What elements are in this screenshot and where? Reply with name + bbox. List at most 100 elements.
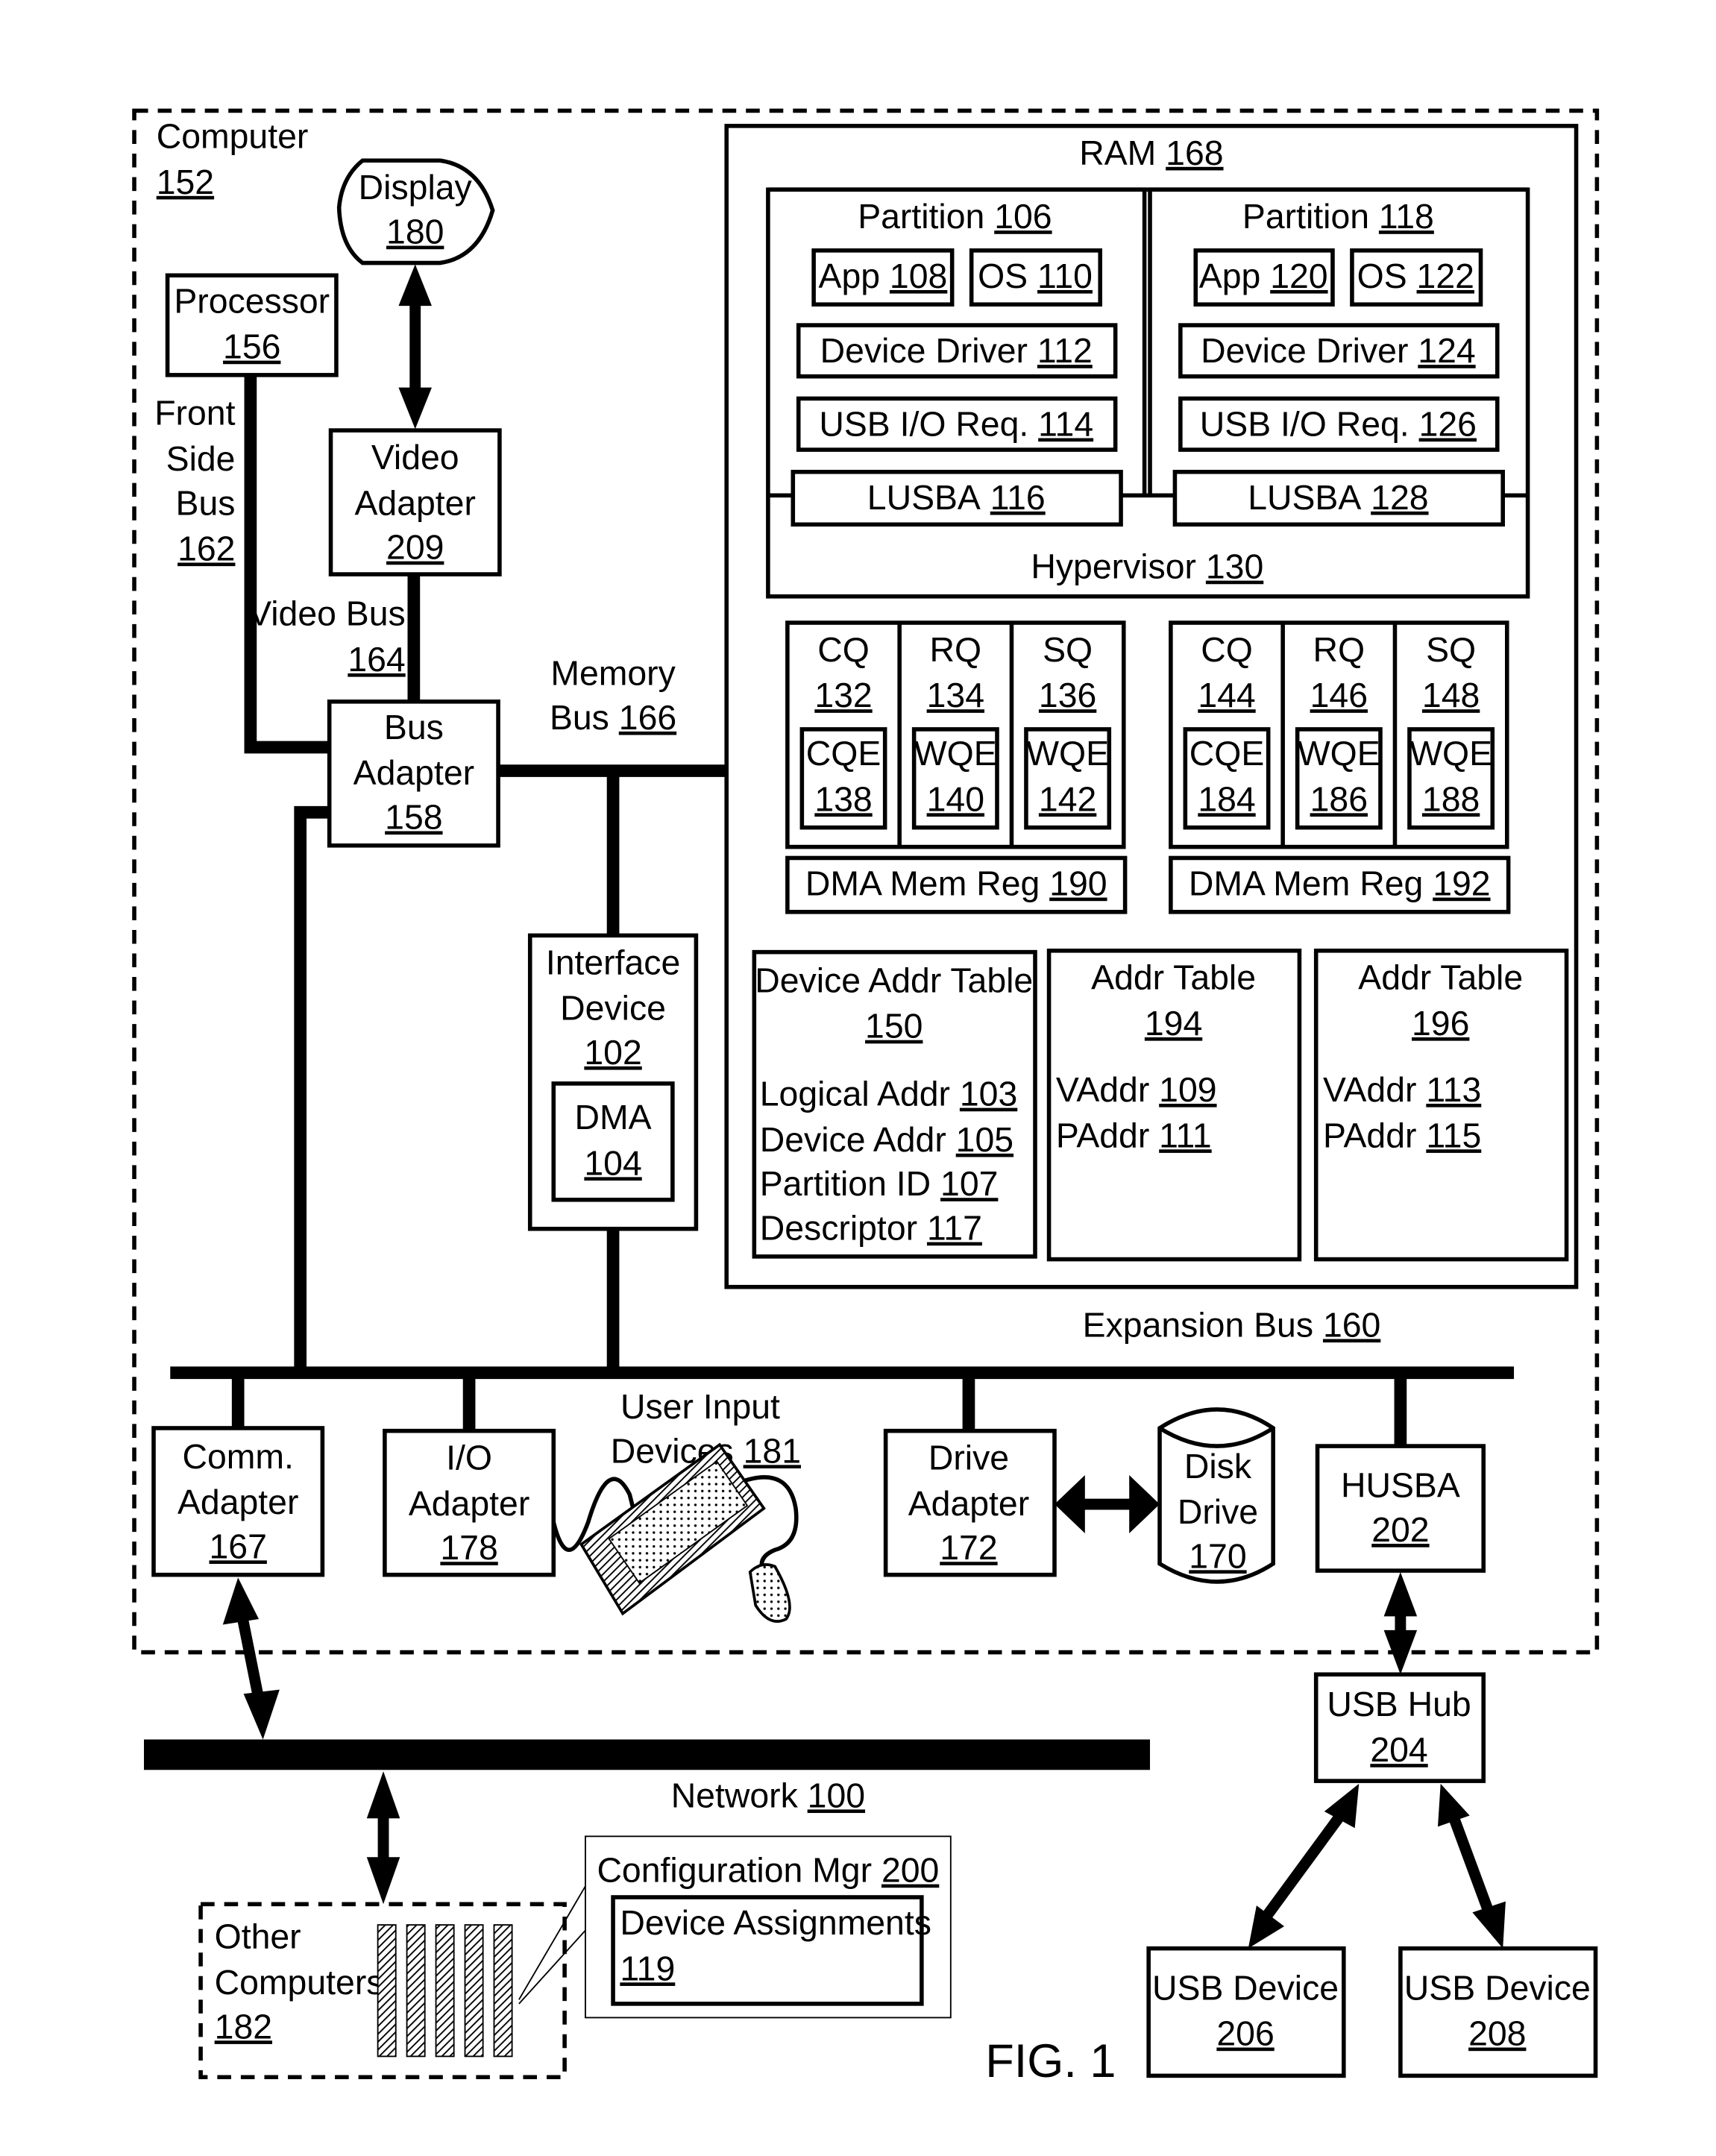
figure-label: FIG. 1 [985, 2035, 1116, 2087]
svg-text:OS 110: OS 110 [978, 257, 1093, 295]
callout-line-2 [518, 1929, 586, 2005]
queue-name: RQ [930, 630, 982, 669]
expansion-bus-label: Expansion Bus 160 [1083, 1305, 1381, 1344]
fig1-diagram: Computer 152 Network 100 Display 180 Pro… [132, 108, 1600, 2087]
network-label: Network 100 [671, 1776, 865, 1814]
memory-bus-label: Memory Bus 166 [550, 654, 676, 737]
svg-text:Addr Table: Addr Table [1091, 958, 1256, 997]
other-computers-line1: Other [215, 1917, 301, 1956]
queue-entry-name: WQE [1298, 734, 1380, 773]
device-assignments-name: Device Assignments [620, 1903, 931, 1942]
svg-text:Bus: Bus [176, 483, 236, 522]
queue-ref: 134 [927, 676, 984, 714]
hypervisor-name: Hypervisor [1031, 547, 1196, 586]
usb-hub-name: USB Hub [1327, 1685, 1471, 1723]
queue-group: CQ 132 CQE 138 RQ 134 WQE 140 SQ 136 WQE 142 DMA Mem… [785, 620, 1128, 914]
svg-text:Partition 106: Partition 106 [858, 197, 1052, 236]
network-other-arrow-up [366, 1771, 400, 1819]
processor-ref: 156 [223, 327, 280, 366]
dma-mem-reg-label: DMA Mem Reg 190 [805, 864, 1107, 903]
queue-entry-name: CQE [806, 734, 881, 773]
io-adapter-line2: Adapter [409, 1484, 529, 1523]
svg-text:Device Addr 105: Device Addr 105 [760, 1120, 1013, 1159]
queue-entry-name: WQE [1409, 734, 1492, 773]
hub-device208-arrow-up [1437, 1783, 1470, 1827]
svg-text:LUSBA 128: LUSBA 128 [1248, 478, 1428, 517]
video-adapter-line1: Video [371, 438, 459, 477]
drive-adapter-ref: 172 [940, 1528, 997, 1567]
video-adapter-line2: Adapter [354, 483, 475, 522]
queue-name: SQ [1426, 630, 1476, 669]
svg-text:Side: Side [166, 439, 236, 478]
bus-adapter-line2: Adapter [353, 753, 474, 792]
svg-text:Device Addr Table: Device Addr Table [755, 961, 1033, 999]
svg-text:162: 162 [177, 529, 235, 568]
svg-text:Partition 118: Partition 118 [1242, 197, 1434, 236]
queue-ref: 148 [1422, 676, 1480, 714]
mouse-icon [748, 1563, 791, 1623]
addr-table-194[interactable]: Addr Table 194 VAddr 109 PAddr 111 [1046, 949, 1302, 1262]
husba-hub-arrow-up [1383, 1571, 1418, 1617]
server-rack-icon [377, 1924, 513, 2058]
comm-adapter-ref: 167 [210, 1527, 267, 1565]
display-name: Display [359, 168, 473, 207]
queue-name: CQ [817, 630, 870, 669]
svg-text:Hypervisor 130: Hypervisor 130 [1031, 547, 1263, 586]
svg-text:App 120: App 120 [1199, 257, 1328, 295]
usb-device-208-name: USB Device [1404, 1968, 1591, 2007]
queue-entry-ref: 184 [1198, 779, 1255, 818]
queue-entry-name: CQE [1189, 734, 1265, 773]
svg-text:194: 194 [1145, 1004, 1202, 1043]
usb-device-206-name: USB Device [1152, 1968, 1339, 2007]
queue-name: RQ [1313, 630, 1365, 669]
bus-adapter-line1: Bus [384, 708, 444, 747]
husba-name: HUSBA [1341, 1466, 1460, 1505]
device-addr-table-150[interactable]: Device Addr Table 150 Logical Addr 103 D… [752, 949, 1037, 1259]
computer-label: Computer 152 [157, 117, 309, 201]
display-arrow-head-up [398, 264, 432, 307]
config-mgr-ref: 200 [881, 1851, 939, 1890]
svg-text:Memory: Memory [550, 654, 676, 693]
svg-text:PAddr 115: PAddr 115 [1323, 1116, 1481, 1154]
front-side-bus-line [244, 374, 330, 754]
usb-device-208-ref: 208 [1468, 2014, 1526, 2053]
drive-adapter-line1: Drive [928, 1439, 1009, 1477]
hypervisor-ref: 130 [1206, 547, 1263, 586]
queue-entry-ref: 140 [927, 779, 984, 818]
disk-drive-line1: Disk [1184, 1447, 1252, 1486]
io-adapter-ref: 178 [440, 1528, 497, 1567]
svg-text:Logical Addr 103: Logical Addr 103 [760, 1075, 1018, 1113]
queue-ref: 136 [1039, 676, 1096, 714]
dma-ref: 104 [584, 1143, 641, 1182]
computer-name: Computer [157, 117, 309, 156]
usb-device-206-box[interactable] [1146, 1946, 1346, 2078]
husba-box[interactable] [1315, 1444, 1486, 1573]
front-side-bus-label: Front Side Bus 162 [154, 394, 235, 568]
usb-device-208-box[interactable] [1398, 1946, 1598, 2078]
device-assignments-ref: 119 [620, 1949, 675, 1987]
user-input-ref: 181 [744, 1431, 801, 1470]
svg-text:164: 164 [348, 640, 405, 679]
queue-name: SQ [1043, 630, 1093, 669]
queue-ref: 144 [1198, 676, 1255, 714]
svg-text:PAddr 111: PAddr 111 [1056, 1116, 1212, 1154]
queue-ref: 146 [1310, 676, 1368, 714]
queue-name: CQ [1201, 630, 1253, 669]
queue-entry-name: WQE [1026, 734, 1109, 773]
display-arrow-head-down [398, 387, 432, 430]
svg-text:Descriptor 117: Descriptor 117 [760, 1209, 982, 1248]
other-computers-ref: 182 [215, 2007, 272, 2046]
io-adapter-line1: I/O [446, 1439, 492, 1477]
bus-adapter-ref: 158 [385, 797, 442, 836]
disk-drive-ref: 170 [1189, 1536, 1246, 1575]
dma-mem-reg-label: DMA Mem Reg 192 [1189, 864, 1491, 903]
comm-network-arrow-up [222, 1577, 260, 1625]
queue-ref: 132 [814, 676, 872, 714]
svg-text:Device Driver 112: Device Driver 112 [820, 331, 1093, 370]
svg-text:Video Bus: Video Bus [248, 594, 406, 633]
ram-name: RAM [1079, 133, 1156, 172]
addr-table-196[interactable]: Addr Table 196 VAddr 113 PAddr 115 [1313, 949, 1569, 1262]
network-ref: 100 [808, 1776, 865, 1814]
svg-text:OS 122: OS 122 [1357, 257, 1474, 295]
network-other-arrow-down [366, 1857, 400, 1905]
